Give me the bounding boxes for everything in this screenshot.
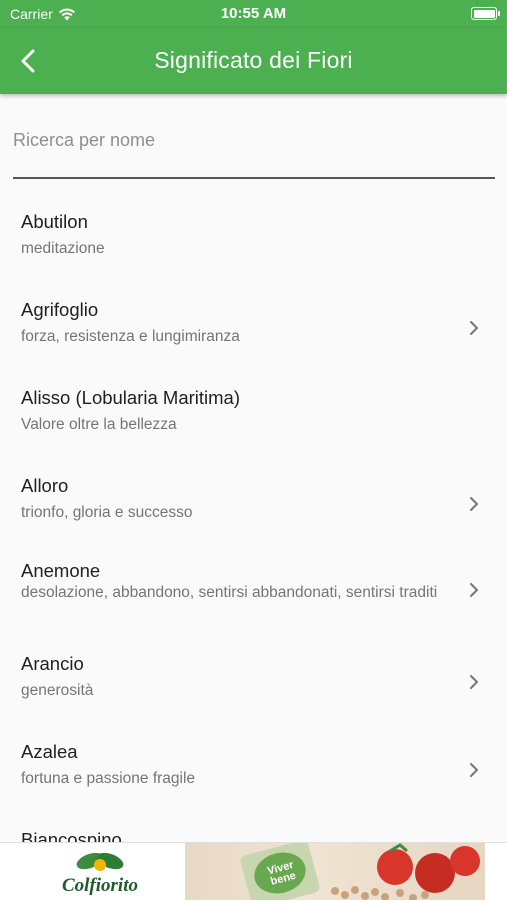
flower-meaning: desolazione, abbandono, sentirsi abbando… bbox=[21, 584, 438, 601]
search-field[interactable] bbox=[13, 120, 495, 179]
search-input[interactable] bbox=[13, 120, 495, 151]
flower-name: Azalea bbox=[21, 741, 78, 762]
flower-meaning: meditazione bbox=[21, 240, 105, 257]
app-bar: Significato dei Fiori bbox=[0, 28, 507, 94]
flower-name: Anemone bbox=[21, 560, 101, 581]
list-item[interactable]: Azalea fortuna e passione fragile bbox=[0, 726, 507, 814]
chevron-right-icon bbox=[470, 763, 478, 777]
brand-name: Colfiorito bbox=[61, 875, 138, 896]
flower-name: Abutilon bbox=[21, 211, 88, 232]
flower-name: Alisso (Lobularia Maritima) bbox=[21, 387, 240, 408]
list-item[interactable]: Agrifoglio forza, resistenza e lungimira… bbox=[0, 284, 507, 372]
list-item[interactable]: Anemone desolazione, abbandono, sentirsi… bbox=[0, 548, 507, 638]
list-item[interactable]: Arancio generosità bbox=[0, 638, 507, 726]
chevron-right-icon bbox=[470, 321, 478, 335]
flower-meaning: fortuna e passione fragile bbox=[21, 770, 196, 787]
list-item[interactable]: Alisso (Lobularia Maritima) Valore oltre… bbox=[0, 372, 507, 460]
product-illustration-icon bbox=[240, 843, 480, 900]
flower-name: Biancospino bbox=[21, 829, 122, 842]
list-item[interactable]: Abutilon meditazione bbox=[0, 196, 507, 284]
chevron-right-icon bbox=[470, 675, 478, 689]
chevron-right-icon bbox=[470, 497, 478, 511]
flower-name: Alloro bbox=[21, 475, 69, 496]
flower-name: Agrifoglio bbox=[21, 299, 99, 320]
flower-meaning: Valore oltre la bellezza bbox=[21, 416, 177, 433]
leaves-logo-icon bbox=[76, 852, 124, 871]
battery-icon bbox=[471, 7, 500, 20]
clock: 10:55 AM bbox=[220, 5, 287, 22]
brand-logo: Colfiorito bbox=[40, 847, 160, 897]
status-bar: Carrier 10:55 AM bbox=[0, 0, 507, 28]
flower-list: Abutilon meditazione Agrifoglio forza, r… bbox=[0, 196, 507, 842]
list-item[interactable]: Biancospino bbox=[0, 814, 507, 842]
product-image: Viver bene bbox=[185, 843, 485, 900]
page-title: Significato dei Fiori bbox=[154, 47, 353, 73]
flower-meaning: forza, resistenza e lungimiranza bbox=[21, 328, 240, 345]
chevron-right-icon bbox=[470, 583, 478, 597]
flower-meaning: generosità bbox=[21, 682, 94, 699]
battery-level bbox=[473, 9, 495, 18]
list-item[interactable]: Alloro trionfo, gloria e successo bbox=[0, 460, 507, 548]
ad-banner[interactable]: Colfiorito Viver bene bbox=[0, 842, 507, 900]
flower-name: Arancio bbox=[21, 653, 84, 674]
flower-meaning: trionfo, gloria e successo bbox=[21, 504, 193, 521]
